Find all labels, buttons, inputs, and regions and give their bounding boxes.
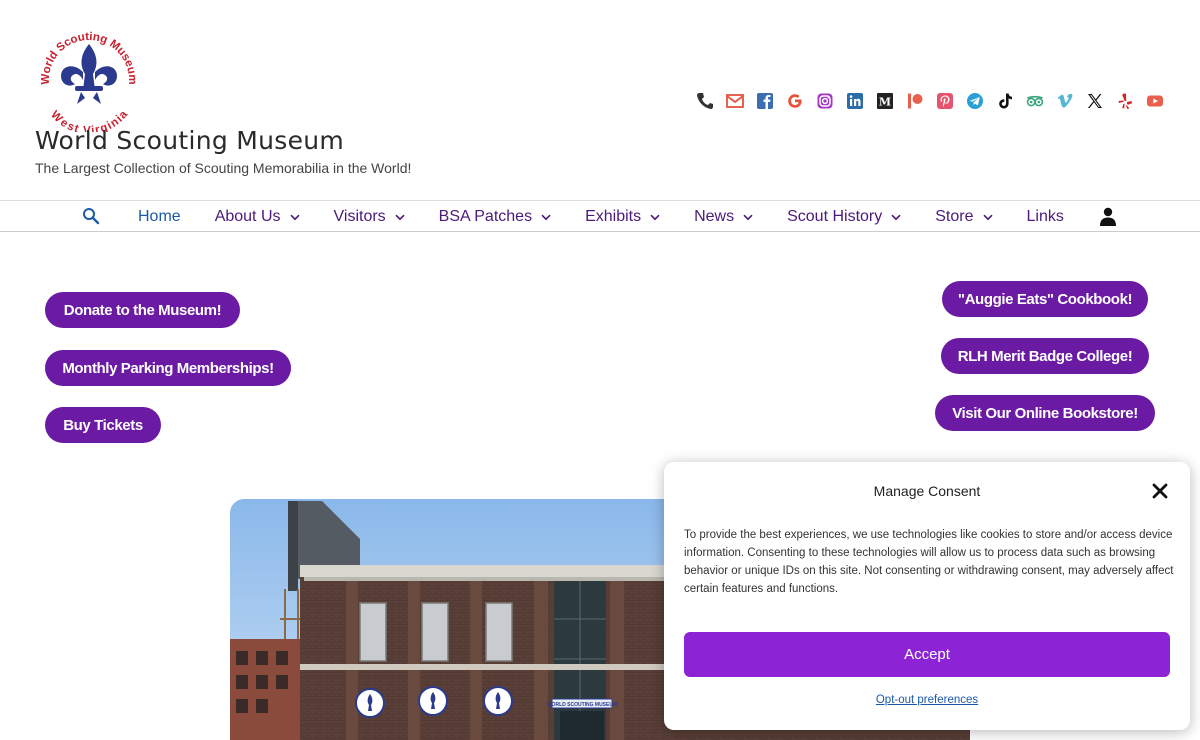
consent-description: To provide the best experiences, we use …: [684, 529, 1174, 595]
nav-item-store[interactable]: Store: [935, 208, 993, 226]
buy-tickets-button[interactable]: Buy Tickets: [45, 407, 161, 443]
nav-item-links[interactable]: Links: [1027, 208, 1064, 226]
nav-item-news[interactable]: News: [694, 208, 753, 226]
phone-icon[interactable]: [696, 92, 714, 110]
social-links: M: [696, 92, 1164, 110]
patreon-icon[interactable]: [906, 92, 924, 110]
chevron-down-icon: [982, 214, 993, 220]
x-icon[interactable]: [1086, 92, 1104, 110]
tiktok-icon[interactable]: [996, 92, 1014, 110]
nav-item-label: Exhibits: [585, 208, 642, 225]
nav-item-about-us[interactable]: About Us: [215, 208, 300, 226]
nav-item-scout-history[interactable]: Scout History: [787, 208, 901, 226]
youtube-icon[interactable]: [1146, 92, 1164, 110]
nav-item-label: BSA Patches: [438, 208, 533, 225]
chevron-down-icon: [395, 214, 405, 220]
nav-item-label: About Us: [214, 208, 281, 225]
medium-icon[interactable]: M: [876, 92, 894, 110]
close-icon[interactable]: [1151, 482, 1169, 500]
nav-item-label: News: [694, 208, 735, 225]
vimeo-icon[interactable]: [1056, 92, 1074, 110]
svg-text:M: M: [879, 96, 891, 109]
cookbook-button[interactable]: "Auggie Eats" Cookbook!: [942, 281, 1148, 317]
chevron-down-icon: [289, 214, 300, 220]
consent-title: Manage Consent: [873, 483, 981, 499]
chevron-down-icon: [743, 214, 753, 220]
page: World Scouting Museum West Virginia Worl…: [0, 0, 1200, 740]
site-logo[interactable]: World Scouting Museum West Virginia: [33, 20, 145, 137]
parking-memberships-button[interactable]: Monthly Parking Memberships!: [45, 350, 291, 386]
nav-item-label: Visitors: [333, 208, 386, 225]
linkedin-icon[interactable]: [846, 92, 864, 110]
consent-dialog: Manage Consent To provide the best exper…: [664, 462, 1190, 730]
search-icon[interactable]: [82, 207, 100, 225]
building-sign: WORLD SCOUTING MUSEUM: [547, 702, 617, 708]
user-account-icon[interactable]: [1099, 207, 1117, 226]
site-title[interactable]: World Scouting Museum: [35, 126, 344, 155]
facebook-icon[interactable]: [756, 92, 774, 110]
nav-item-home[interactable]: Home: [138, 208, 181, 226]
nav-item-bsa-patches[interactable]: BSA Patches: [439, 208, 551, 226]
nav-menu: Home About Us Visitors BSA Patches Exhib…: [138, 201, 1098, 233]
yelp-icon[interactable]: [1116, 92, 1134, 110]
chevron-down-icon: [891, 214, 901, 220]
tripadvisor-icon[interactable]: [1026, 92, 1044, 110]
email-icon[interactable]: [726, 92, 744, 110]
google-icon[interactable]: [786, 92, 804, 110]
nav-item-label: Links: [1026, 208, 1064, 225]
main-navigation: Home About Us Visitors BSA Patches Exhib…: [0, 200, 1200, 232]
nav-item-label: Scout History: [787, 208, 883, 225]
merit-badge-college-button[interactable]: RLH Merit Badge College!: [941, 338, 1149, 374]
pinterest-icon[interactable]: [936, 92, 954, 110]
instagram-icon[interactable]: [816, 92, 834, 110]
accept-button[interactable]: Accept: [684, 632, 1170, 677]
opt-out-preferences-link[interactable]: Opt-out preferences: [664, 694, 1190, 706]
telegram-icon[interactable]: [966, 92, 984, 110]
online-bookstore-button[interactable]: Visit Our Online Bookstore!: [935, 395, 1155, 431]
nav-item-visitors[interactable]: Visitors: [334, 208, 405, 226]
chevron-down-icon: [541, 214, 551, 220]
nav-item-label: Store: [935, 208, 974, 225]
chevron-down-icon: [650, 214, 660, 220]
nav-item-label: Home: [138, 208, 181, 225]
site-tagline: The Largest Collection of Scouting Memor…: [35, 160, 412, 176]
nav-item-exhibits[interactable]: Exhibits: [585, 208, 660, 226]
donate-button[interactable]: Donate to the Museum!: [45, 292, 240, 328]
